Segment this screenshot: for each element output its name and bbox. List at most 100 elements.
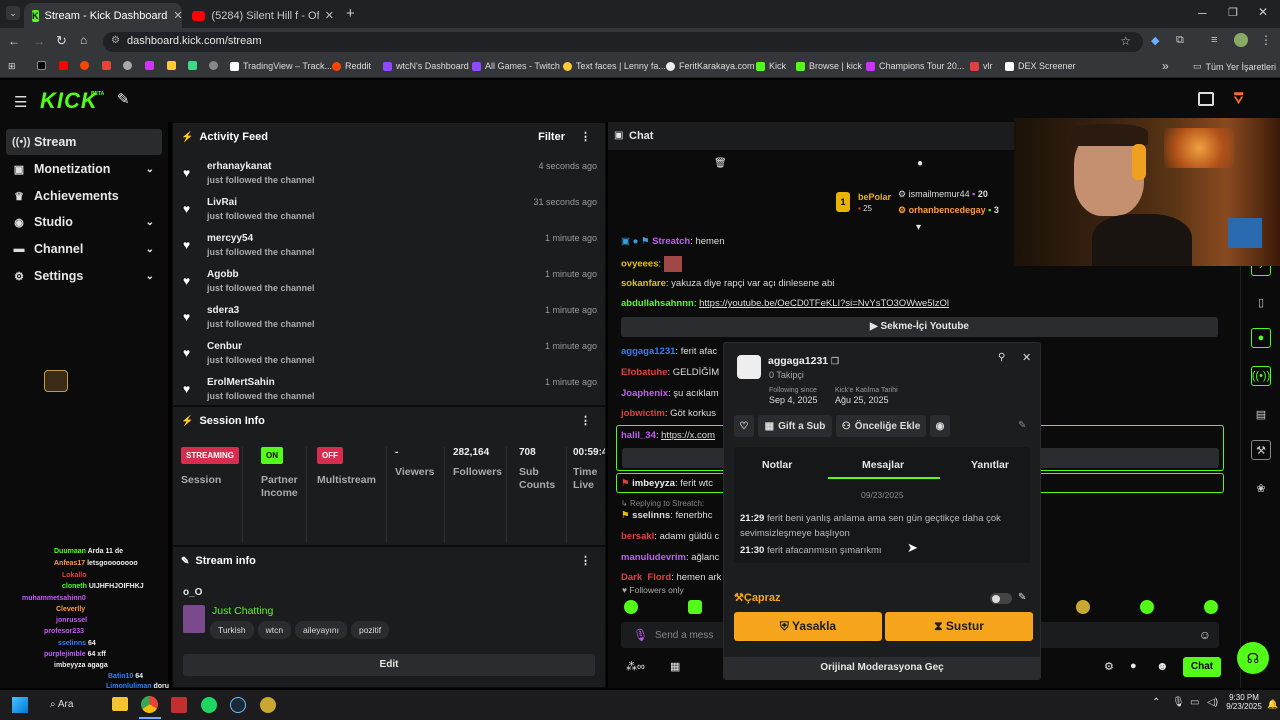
activity-username[interactable]: sdera3 <box>207 305 239 316</box>
bookmark-youtube-icon[interactable] <box>59 61 72 70</box>
tool-flower-icon[interactable]: ❀ <box>1251 478 1271 498</box>
spotify-icon[interactable] <box>201 697 217 713</box>
bookmark-globe-icon[interactable] <box>209 61 222 70</box>
bookmark-gmail-icon[interactable] <box>102 61 115 70</box>
expand-icon[interactable]: ▾ <box>916 222 921 233</box>
emote-icon[interactable] <box>1140 600 1154 614</box>
activity-username[interactable]: LivRai <box>207 197 237 208</box>
copy-icon[interactable]: ❐ <box>831 356 839 366</box>
menu-kebab-icon[interactable]: ⋮ <box>1260 33 1272 47</box>
extension-icon[interactable]: ◆ <box>1151 34 1159 47</box>
chat-message[interactable]: Joaphenix: şu acıklam <box>621 388 719 399</box>
file-explorer-icon[interactable] <box>112 697 128 711</box>
panel-menu-icon[interactable]: ⋮ <box>580 554 591 567</box>
bookmark-reddit[interactable]: Reddit <box>332 61 371 71</box>
tool-wrench-icon[interactable]: ⚒ <box>1251 440 1271 460</box>
tab-notes[interactable]: Notlar <box>762 459 792 471</box>
bookmark-site-icon[interactable] <box>123 61 136 70</box>
sidebar-item-studio[interactable]: ◉ Studio ⌄ <box>6 209 162 235</box>
bookmarks-more-icon[interactable]: » <box>1162 59 1169 73</box>
profile-logo-icon[interactable]: ⩢ <box>1234 90 1243 107</box>
activity-username[interactable]: mercyy54 <box>207 233 253 244</box>
bookmark-tradingview[interactable]: TradingView – Track... <box>230 61 332 71</box>
bookmark-dexscreener[interactable]: DEX Screener <box>1005 61 1076 71</box>
activity-item[interactable]: ♥ LivRai just followed the channel 31 secon… <box>183 197 597 231</box>
new-tab-icon[interactable]: + <box>346 5 355 22</box>
filter-button[interactable]: Filter <box>538 131 565 143</box>
emote-icon[interactable] <box>1204 600 1218 614</box>
close-icon[interactable]: ✕ <box>1022 351 1031 364</box>
chat-mod-tools-icon[interactable]: ⁂∞ <box>626 660 645 673</box>
app-icon[interactable] <box>171 697 187 713</box>
extensions-puzzle-icon[interactable]: ⧉ <box>1176 34 1184 47</box>
chat-message[interactable]: manuludevrim: ağlanc <box>621 552 719 563</box>
emoji-picker-icon[interactable]: ☺ <box>1199 628 1211 642</box>
top-user-row[interactable]: ⚙ ismailmemur44 ▪ 20 <box>898 189 988 200</box>
tool-printer-icon[interactable]: ▤ <box>1251 404 1271 424</box>
bookmark-twitch-games[interactable]: All Games - Twitch <box>472 61 560 71</box>
edit-button[interactable]: Edit <box>183 654 595 676</box>
taskbar-clock[interactable]: 9:30 PM 9/23/2025 <box>1226 693 1262 711</box>
notification-icon[interactable]: 🔔 <box>1267 699 1278 710</box>
bookmark-android-icon[interactable] <box>188 61 201 70</box>
mute-button[interactable]: ⧗ Sustur <box>885 612 1033 641</box>
bookmark-star-icon[interactable]: ☆ <box>1120 34 1131 48</box>
emote-icon[interactable] <box>1076 600 1090 614</box>
hamburger-menu-icon[interactable]: ☰ <box>14 93 27 111</box>
maximize-icon[interactable]: ❐ <box>1228 6 1238 19</box>
chat-message[interactable]: ▣ ● ⚑ Streatch: hemen <box>621 236 725 247</box>
activity-item[interactable]: ♥ Cenbur just followed the channel 1 minute… <box>183 341 597 375</box>
chat-message[interactable]: ⚑ sselinns: fenerbhc <box>621 510 712 521</box>
volume-icon[interactable]: ◁) <box>1207 697 1218 708</box>
emote-menu-icon[interactable]: ☻ <box>1156 659 1169 673</box>
bookmark-x-icon[interactable] <box>37 61 50 70</box>
home-icon[interactable]: ⌂ <box>80 33 87 47</box>
add-priority-button[interactable]: ⚇ Önceliğe Ekle <box>836 415 926 437</box>
windows-start-icon[interactable] <box>12 697 28 713</box>
reload-icon[interactable]: ↻ <box>56 33 67 49</box>
tool-chat-icon[interactable]: ● <box>1251 328 1271 348</box>
apps-grid-icon[interactable]: ⊞ <box>8 61 16 72</box>
tool-document-icon[interactable]: ▯ <box>1251 292 1271 312</box>
tab-list-icon[interactable]: ⌄ <box>6 6 20 20</box>
bookmark-champions[interactable]: Champions Tour 20... <box>866 61 964 71</box>
bookmark-reddit-icon[interactable] <box>80 61 93 70</box>
top-user-name[interactable]: bePolar <box>858 192 891 202</box>
store-icon[interactable]: ▦ <box>670 660 680 673</box>
sidebar-item-settings[interactable]: ⚙ Settings ⌄ <box>6 263 162 289</box>
activity-username[interactable]: Agobb <box>207 269 239 280</box>
tab-replies[interactable]: Yanıtlar <box>971 459 1009 471</box>
display-icon[interactable] <box>1198 92 1214 106</box>
youtube-tab-button[interactable]: ▶ Sekme-İçi Youtube <box>621 317 1218 337</box>
chat-message[interactable]: jobwictim: Göt korkus <box>621 408 716 419</box>
chat-message[interactable]: ⚑ imbeyyza: ferit wtc <box>621 478 713 489</box>
follow-heart-button[interactable]: ♡ <box>734 415 754 437</box>
bookmark-browse-kick[interactable]: Browse | kick <box>796 61 862 71</box>
tab-messages[interactable]: Mesajlar <box>862 459 904 471</box>
bookmark-kick[interactable]: Kick <box>756 61 786 71</box>
tab-kick-dashboard[interactable]: K Stream - Kick Dashboard ✕ <box>24 3 182 28</box>
activity-item[interactable]: ♥ mercyy54 just followed the channel 1 minu… <box>183 233 597 267</box>
sidebar-item-achievements[interactable]: ♛ Achievements <box>6 183 162 209</box>
original-moderation-button[interactable]: Orijinal Moderasyona Geç <box>724 657 1040 679</box>
activity-username[interactable]: Cenbur <box>207 341 242 352</box>
ban-button[interactable]: ⛨ Yasakla <box>734 612 882 641</box>
tool-broadcast-icon[interactable]: ((•)) <box>1251 366 1271 386</box>
emote-icon[interactable] <box>624 600 638 614</box>
tab-youtube[interactable]: (5284) Silent Hill f - Official Lau ✕ <box>184 3 342 28</box>
tag[interactable]: aileyayını <box>295 621 347 639</box>
bookmark-vlr[interactable]: vlr <box>970 61 993 71</box>
chat-message[interactable]: Dark_Flord: hemen ark <box>621 572 721 580</box>
mic-icon[interactable]: 🎙 <box>633 628 648 642</box>
close-icon[interactable]: ✕ <box>167 9 182 22</box>
chat-message[interactable]: aggaga1231: ferit afac <box>621 346 717 357</box>
window-close-icon[interactable]: ✕ <box>1258 5 1268 19</box>
pin-icon[interactable]: ⚲ <box>998 352 1005 363</box>
chat-message[interactable]: ovyeees: <box>621 256 682 272</box>
microphone-icon[interactable]: 🎙 <box>1172 697 1185 708</box>
tag[interactable]: Turkish <box>210 621 254 639</box>
minimize-icon[interactable]: ─ <box>1198 6 1207 20</box>
bookmark-y-icon[interactable] <box>145 61 158 70</box>
activity-username[interactable]: ErolMertSahin <box>207 377 275 388</box>
send-chat-button[interactable]: Chat <box>1183 657 1221 677</box>
